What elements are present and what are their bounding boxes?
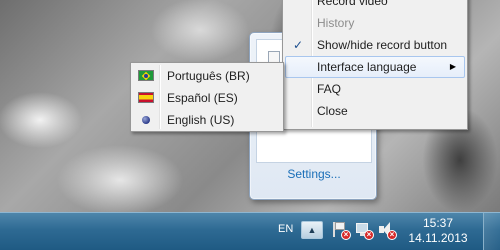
menu-item-faq[interactable]: FAQ bbox=[283, 78, 467, 100]
show-desktop-button[interactable] bbox=[483, 213, 500, 250]
language-indicator[interactable]: EN bbox=[278, 223, 293, 235]
menu-item-label: Record video bbox=[317, 0, 388, 8]
language-item-spanish[interactable]: Español (ES) bbox=[131, 87, 283, 109]
volume-icon[interactable]: × bbox=[377, 221, 397, 240]
network-icon[interactable]: × bbox=[354, 221, 374, 240]
language-item-label: Português (BR) bbox=[167, 69, 250, 83]
taskbar: EN ▲ × × × 15:37 14.11.2013 bbox=[0, 212, 500, 250]
menu-item-label: Close bbox=[317, 104, 348, 118]
submenu-arrow-icon: ▶ bbox=[449, 62, 456, 71]
language-item-english[interactable]: English (US) bbox=[131, 109, 283, 131]
spain-flag-icon bbox=[138, 92, 154, 103]
language-item-label: English (US) bbox=[167, 113, 235, 127]
brazil-flag-icon bbox=[138, 70, 154, 81]
menu-item-record-video[interactable]: Record video bbox=[283, 0, 467, 12]
clock-date: 14.11.2013 bbox=[408, 231, 468, 245]
menu-item-close[interactable]: Close bbox=[283, 100, 467, 122]
language-item-label: Español (ES) bbox=[167, 91, 238, 105]
menu-item-show-hide-record-button[interactable]: ✓ Show/hide record button bbox=[283, 34, 467, 56]
menu-item-interface-language[interactable]: Interface language ▶ bbox=[285, 56, 465, 78]
show-hidden-icons-button[interactable]: ▲ bbox=[301, 221, 323, 239]
clock-time: 15:37 bbox=[422, 216, 454, 230]
clock[interactable]: 15:37 14.11.2013 bbox=[406, 216, 470, 246]
settings-link[interactable]: Settings... bbox=[250, 167, 378, 181]
language-item-portuguese[interactable]: Português (BR) bbox=[131, 65, 283, 87]
menu-item-label: FAQ bbox=[317, 82, 342, 96]
menu-item-label: Interface language bbox=[317, 60, 417, 74]
menu-item-history[interactable]: History bbox=[283, 12, 467, 34]
action-center-flag-icon[interactable]: × bbox=[331, 221, 351, 240]
checkmark-icon: ✓ bbox=[292, 38, 304, 52]
chevron-up-icon: ▲ bbox=[307, 225, 317, 235]
menu-item-label: Show/hide record button bbox=[317, 38, 448, 52]
language-submenu: Português (BR) Español (ES) English (US) bbox=[130, 62, 284, 132]
radio-dot-icon bbox=[142, 116, 150, 124]
context-menu: Record video History ✓ Show/hide record … bbox=[282, 0, 468, 130]
menu-item-label: History bbox=[317, 16, 355, 30]
